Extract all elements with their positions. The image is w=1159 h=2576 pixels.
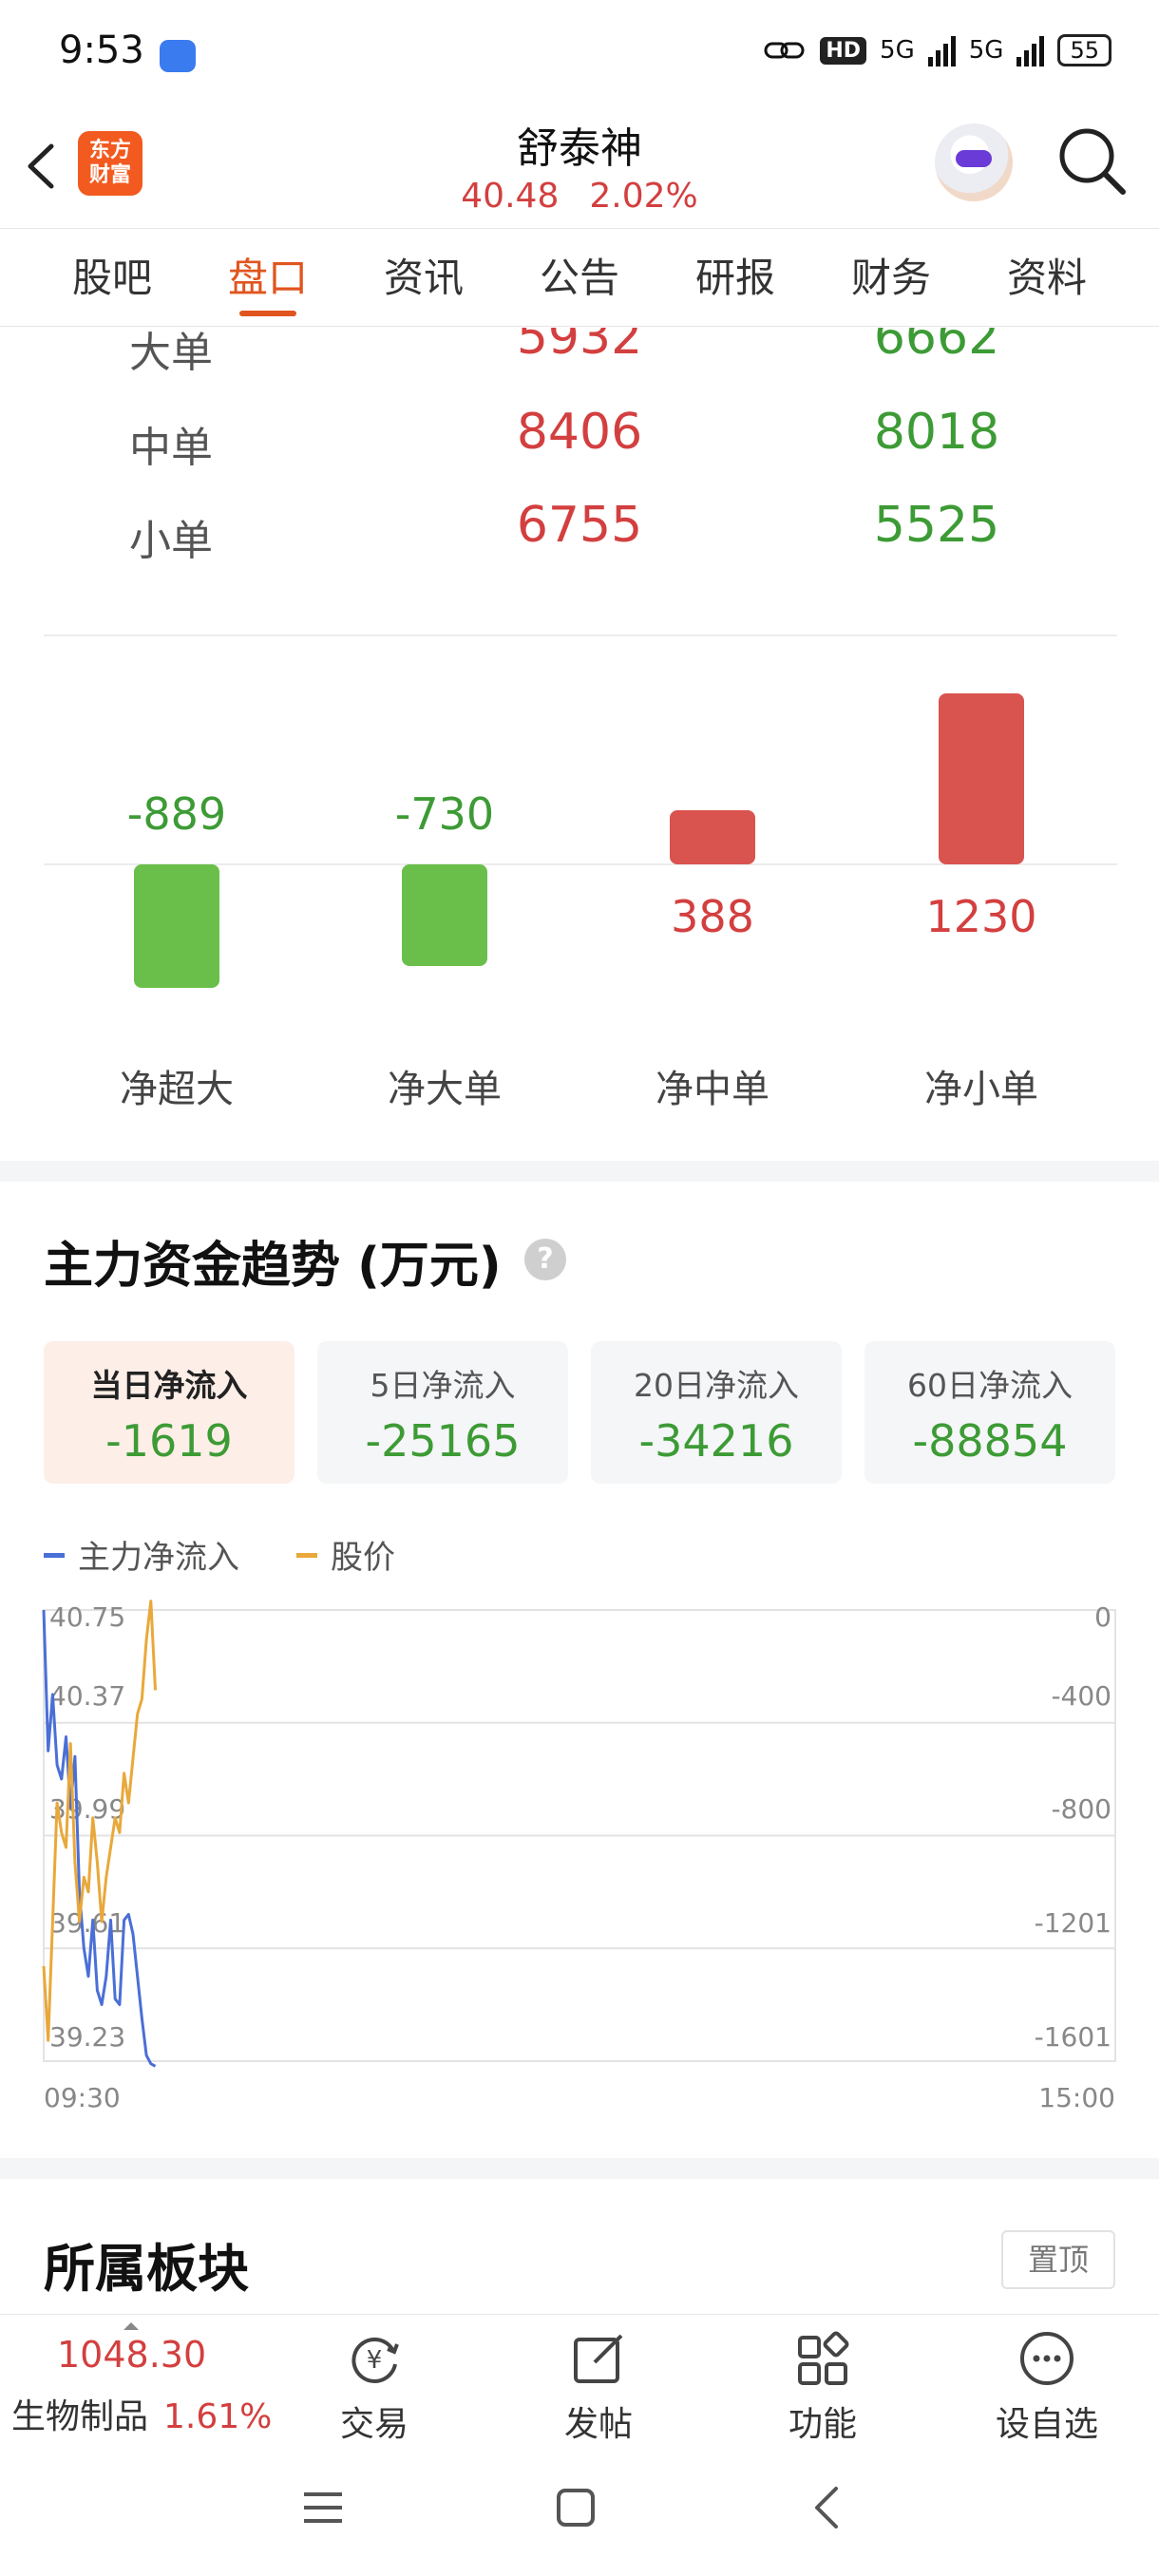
trend-card-label: 20日净流入 <box>634 1367 799 1404</box>
bar-value-label: -889 <box>126 788 227 840</box>
trend-card-value: -25165 <box>365 1415 521 1467</box>
left-axis-tick: 39.61 <box>49 1907 125 1939</box>
menu-icon[interactable] <box>302 2489 344 2527</box>
bottom-toolbar: 1048.30 生物制品 1.61% ¥ 交易 发帖 功能 设自选 <box>0 2314 1159 2444</box>
bar-3 <box>939 693 1024 864</box>
x-axis-end-label: 15:00 <box>1038 2082 1115 2113</box>
bar-value-label: 388 <box>671 891 754 942</box>
more-icon <box>1020 2332 1074 2385</box>
add-watchlist-button[interactable]: 设自选 <box>980 2328 1113 2446</box>
grid-icon <box>798 2331 849 2385</box>
bar-0 <box>134 864 219 989</box>
trend-card-20d[interactable]: 20日净流入 -34216 <box>591 1341 842 1484</box>
section-separator <box>0 1161 1159 1182</box>
help-icon[interactable]: ? <box>524 1239 566 1280</box>
add-watchlist-label: 设自选 <box>995 2405 1098 2444</box>
trend-card-label: 5日净流入 <box>370 1367 516 1404</box>
sector-name: 生物制品 <box>11 2397 149 2436</box>
bar-category-label: 净超大 <box>120 1068 234 1111</box>
right-axis-tick: -400 <box>1051 1680 1112 1712</box>
left-axis-tick: 40.75 <box>49 1601 125 1633</box>
left-axis-tick: 40.37 <box>49 1680 125 1712</box>
legend-item-main-flow[interactable]: 主力净流入 <box>44 1531 239 1578</box>
functions-button[interactable]: 功能 <box>756 2328 889 2446</box>
caret-up-icon[interactable] <box>124 2322 139 2330</box>
trend-card-value: -1619 <box>105 1415 233 1467</box>
net-flow-bar-chart: -889 净超大 -730 净大单 388 净中单 1230 净小单 <box>0 0 1159 1140</box>
bar-category-label: 净中单 <box>656 1068 770 1111</box>
sector-change: 1.61% <box>163 2397 273 2436</box>
system-nav-bar <box>0 2441 1159 2576</box>
post-button[interactable]: 发帖 <box>532 2328 665 2446</box>
post-label: 发帖 <box>563 2405 633 2444</box>
x-axis-start-label: 09:30 <box>44 2082 121 2113</box>
pin-top-button[interactable]: 置顶 <box>1001 2230 1115 2289</box>
trend-title: 主力资金趋势 (万元) <box>44 1238 502 1295</box>
board-title: 所属板块 <box>44 2239 249 2299</box>
right-axis-tick: -1601 <box>1035 2021 1112 2053</box>
bar-2 <box>670 810 755 864</box>
bar-1 <box>402 864 487 966</box>
right-axis-tick: -800 <box>1051 1793 1112 1825</box>
trend-card-value: -88854 <box>912 1415 1068 1467</box>
series-line-0 <box>42 1609 157 2068</box>
section-separator <box>0 2158 1159 2179</box>
trend-card-60d[interactable]: 60日净流入 -88854 <box>864 1341 1115 1484</box>
trade-label: 交易 <box>339 2405 408 2444</box>
back-nav-icon[interactable] <box>809 2485 844 2530</box>
sector-price[interactable]: 1048.30 <box>57 2334 206 2376</box>
functions-label: 功能 <box>788 2405 857 2444</box>
trend-line-chart[interactable]: 40.7540.3739.9939.6139.230-400-800-1201-… <box>0 1596 1159 2128</box>
edit-icon <box>574 2334 623 2383</box>
sector-info[interactable]: 生物制品 1.61% <box>11 2389 272 2438</box>
trade-icon: ¥ <box>352 2337 399 2383</box>
bar-category-label: 净大单 <box>388 1068 502 1111</box>
home-icon[interactable] <box>555 2487 597 2529</box>
left-axis-tick: 39.23 <box>49 2021 125 2053</box>
trend-card-today[interactable]: 当日净流入 -1619 <box>44 1341 294 1484</box>
trend-card-5d[interactable]: 5日净流入 -25165 <box>317 1341 568 1484</box>
bar-value-label: 1230 <box>925 891 1037 942</box>
trend-legend: 主力净流入 股价 <box>44 1531 395 1578</box>
trend-card-label: 60日净流入 <box>907 1367 1073 1404</box>
legend-label: 主力净流入 <box>78 1539 239 1577</box>
trend-card-label: 当日净流入 <box>90 1367 248 1404</box>
legend-label: 股价 <box>331 1539 395 1577</box>
svg-text:¥: ¥ <box>367 2346 383 2375</box>
legend-item-price[interactable]: 股价 <box>296 1531 395 1578</box>
trade-button[interactable]: ¥ 交易 <box>308 2328 441 2446</box>
right-axis-tick: -1201 <box>1035 1907 1112 1939</box>
right-axis-tick: 0 <box>1094 1601 1112 1633</box>
bar-category-label: 净小单 <box>924 1068 1038 1111</box>
bar-value-label: -730 <box>394 788 495 840</box>
trend-card-value: -34216 <box>638 1415 794 1467</box>
